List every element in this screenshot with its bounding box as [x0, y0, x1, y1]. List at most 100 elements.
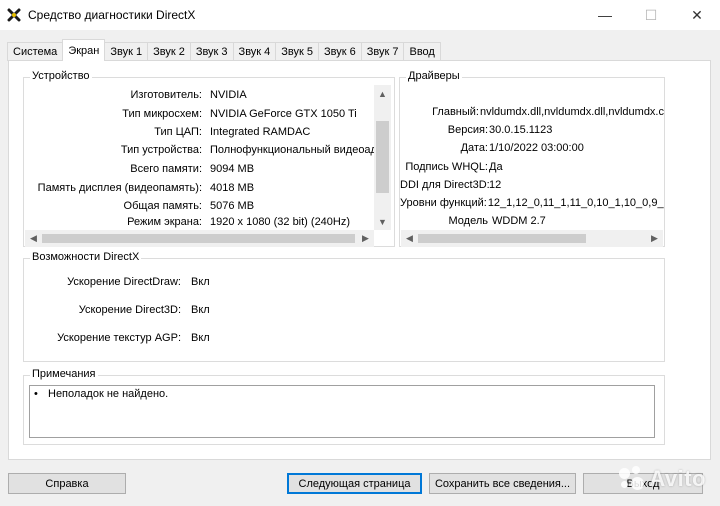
directx-features-group: Возможности DirectX Ускорение DirectDraw… — [23, 251, 665, 362]
list-item: • Неполадок не найдено. — [34, 388, 168, 400]
device-row: Тип устройства: Полнофункциональный виде… — [24, 141, 382, 159]
driver-row: Дата: 1/10/2022 03:00:00 — [400, 139, 584, 157]
tab-display[interactable]: Экран — [62, 39, 106, 61]
device-group-title: Устройство — [30, 70, 92, 82]
driver-label: Главный: — [432, 106, 479, 118]
next-page-button[interactable]: Следующая страница — [287, 473, 422, 494]
device-label: Всего памяти: — [130, 163, 202, 175]
device-value: 4018 MB — [210, 182, 255, 194]
avito-watermark-text: Avito — [649, 466, 706, 491]
driver-label: Дата: — [460, 142, 488, 154]
avito-logo-icon — [619, 466, 645, 492]
feature-value: Вкл — [191, 276, 210, 288]
notes-textbox[interactable]: • Неполадок не найдено. — [29, 385, 655, 438]
scroll-left-arrow-icon[interactable]: ◀ — [25, 230, 42, 247]
device-row: Тип ЦАП: Integrated RAMDAC — [24, 123, 310, 141]
scroll-left-arrow-icon[interactable]: ◀ — [401, 230, 418, 247]
device-label: Память дисплея (видеопамять): — [37, 182, 202, 194]
scroll-right-arrow-icon[interactable]: ▶ — [357, 230, 374, 247]
device-vertical-scroll-thumb[interactable] — [376, 121, 389, 193]
device-row: Режим экрана: 1920 x 1080 (32 bit) (240H… — [24, 215, 350, 229]
driver-value: 1/10/2022 03:00:00 — [489, 142, 584, 154]
device-group: Устройство Изготовитель: NVIDIA Тип микр… — [23, 70, 395, 247]
device-horizontal-scroll-thumb[interactable] — [42, 234, 355, 243]
device-label: Изготовитель: — [130, 89, 203, 101]
device-value: NVIDIA — [210, 89, 247, 101]
feature-row: Ускорение текстур AGP: Вкл — [24, 329, 210, 347]
device-value: Полнофункциональный видеоадап — [210, 144, 382, 156]
device-row: Тип микросхем: NVIDIA GeForce GTX 1050 T… — [24, 105, 357, 123]
drivers-group-title: Драйверы — [406, 70, 462, 82]
device-value: 1920 x 1080 (32 bit) (240Hz) — [210, 216, 351, 228]
driver-value: 12_1,12_0,11_1,11_0,10_1,10_0,9_3 — [487, 197, 664, 209]
minimize-button[interactable]: — — [582, 0, 628, 30]
scroll-down-arrow-icon[interactable]: ▼ — [374, 213, 391, 230]
window-title: Средство диагностики DirectX — [28, 8, 196, 22]
device-row: Память дисплея (видеопамять): 4018 MB — [24, 179, 254, 197]
directx-icon — [6, 7, 22, 23]
device-label: Тип устройства: — [120, 144, 202, 156]
driver-value: WDDM 2.7 — [492, 215, 546, 227]
driver-row: Подпись WHQL: Да — [400, 158, 503, 176]
driver-value: nvldumdx.dll,nvldumdx.dll,nvldumdx.c — [479, 106, 664, 118]
device-label: Тип ЦАП: — [154, 126, 202, 138]
help-button[interactable]: Справка — [8, 473, 126, 494]
tab-sound-4[interactable]: Звук 4 — [232, 42, 277, 61]
save-all-info-button[interactable]: Сохранить все сведения... — [429, 473, 576, 494]
feature-row: Ускорение DirectDraw: Вкл — [24, 273, 210, 291]
scroll-up-arrow-icon[interactable]: ▲ — [374, 85, 391, 102]
device-value: NVIDIA GeForce GTX 1050 Ti — [210, 108, 357, 120]
device-row: Изготовитель: NVIDIA — [24, 86, 247, 104]
tab-sound-1[interactable]: Звук 1 — [104, 42, 149, 61]
title-bar: Средство диагностики DirectX — ☐ ✕ — [0, 0, 720, 30]
drivers-group: Драйверы Главный: nvldumdx.dll,nvldumdx.… — [399, 70, 665, 247]
device-value: Integrated RAMDAC — [210, 126, 311, 138]
drivers-horizontal-scrollbar[interactable]: ◀ ▶ — [401, 230, 663, 247]
bullet-icon: • — [34, 388, 38, 400]
feature-row: Ускорение Direct3D: Вкл — [24, 301, 210, 319]
feature-label: Ускорение Direct3D: — [78, 304, 181, 316]
notes-group-title: Примечания — [30, 368, 98, 380]
device-label: Режим экрана: — [127, 216, 202, 228]
tab-sound-7[interactable]: Звук 7 — [360, 42, 405, 61]
device-value: 5076 MB — [210, 200, 255, 212]
driver-row: Главный: nvldumdx.dll,nvldumdx.dll,nvldu… — [400, 103, 664, 121]
driver-label: Версия: — [447, 124, 488, 136]
driver-value: 30.0.15.1123 — [489, 124, 553, 136]
device-row: Всего памяти: 9094 MB — [24, 160, 254, 178]
driver-label: Модель — [448, 215, 488, 227]
tab-sound-3[interactable]: Звук 3 — [189, 42, 234, 61]
driver-label: DDI для Direct3D: — [400, 179, 490, 191]
device-label: Общая память: — [123, 200, 202, 212]
maximize-button: ☐ — [644, 6, 658, 23]
driver-row: Уровни функций: 12_1,12_0,11_1,11_0,10_1… — [400, 194, 664, 212]
driver-row: Модель WDDM 2.7 — [400, 212, 546, 230]
feature-value: Вкл — [191, 332, 210, 344]
driver-value: 12 — [489, 179, 502, 191]
directx-features-title: Возможности DirectX — [30, 251, 142, 263]
tab-input[interactable]: Ввод — [403, 42, 441, 61]
feature-label: Ускорение текстур AGP: — [57, 332, 181, 344]
tab-sound-2[interactable]: Звук 2 — [147, 42, 191, 61]
avito-watermark: Avito — [619, 466, 706, 492]
tab-sound-5[interactable]: Звук 5 — [275, 42, 320, 61]
driver-row: Версия: 30.0.15.1123 — [400, 121, 553, 139]
driver-label: Уровни функций: — [400, 197, 487, 209]
note-text: Неполадок не найдено. — [48, 388, 169, 400]
driver-label: Подпись WHQL: — [405, 161, 488, 173]
tab-sound-6[interactable]: Звук 6 — [318, 42, 362, 61]
device-label: Тип микросхем: — [122, 108, 202, 120]
device-value: 9094 MB — [210, 163, 255, 175]
scroll-right-arrow-icon[interactable]: ▶ — [646, 230, 663, 247]
feature-label: Ускорение DirectDraw: — [67, 276, 181, 288]
device-row: Общая память: 5076 MB — [24, 197, 255, 215]
drivers-horizontal-scroll-thumb[interactable] — [418, 234, 586, 243]
tab-strip: Система Экран Звук 1 Звук 2 Звук 3 Звук … — [7, 39, 441, 61]
device-horizontal-scrollbar[interactable]: ◀ ▶ — [25, 230, 374, 247]
driver-row: DDI для Direct3D: 12 — [400, 176, 501, 194]
device-vertical-scrollbar[interactable]: ▲ ▼ — [374, 85, 391, 230]
feature-value: Вкл — [191, 304, 210, 316]
tab-system[interactable]: Система — [7, 42, 64, 61]
close-button[interactable]: ✕ — [674, 0, 720, 30]
driver-value: Да — [489, 161, 503, 173]
